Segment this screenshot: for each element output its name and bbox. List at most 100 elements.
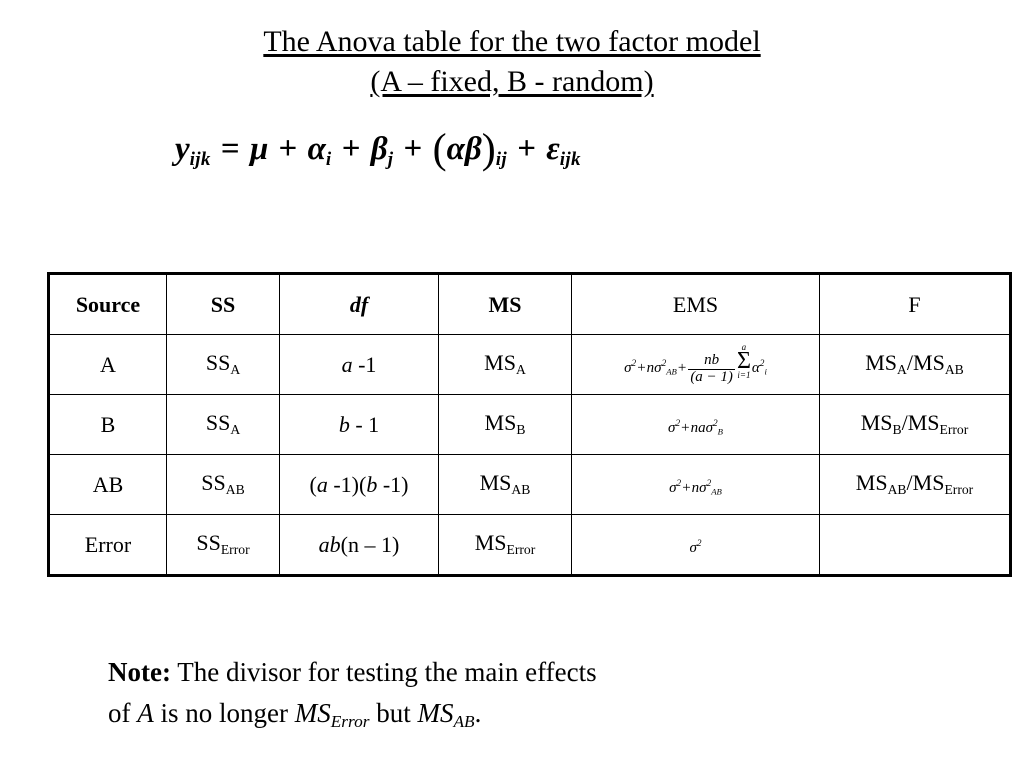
ems-alpha-sub: i: [764, 366, 767, 377]
cell-df-ab: (a -1)(b -1): [279, 454, 439, 515]
table-row: AB SSAB (a -1)(b -1) MSAB σ2+nσ2AB MSAB/…: [48, 454, 1011, 515]
f-den-subscript: AB: [944, 362, 964, 378]
title-line-1: The Anova table for the two factor model: [263, 25, 761, 58]
ems-alpha: α: [751, 359, 760, 376]
equation-plus-1: +: [278, 131, 298, 167]
ms-subscript: B: [516, 422, 526, 438]
df-n-minus-one: (n – 1): [340, 531, 400, 557]
df-paren-close-1: ): [351, 471, 359, 497]
slide-title: The Anova table for the two factor model…: [0, 0, 1024, 102]
equation-plus-2: +: [341, 131, 361, 167]
df-variable-b: b: [366, 471, 378, 497]
note-ms-ab: MS: [417, 698, 454, 728]
cell-f-a: MSA/MSAB: [819, 334, 1011, 395]
df-tail-b: - 1: [349, 411, 380, 437]
equation-epsilon-subscript: ijk: [559, 149, 581, 171]
equation-epsilon: ε: [546, 131, 560, 167]
ems-plus-1: +: [681, 419, 690, 436]
note-period: .: [474, 698, 482, 728]
cell-ems-b: σ2+naσ2B: [571, 394, 820, 455]
ems-sigma-1-exp: 2: [696, 538, 702, 549]
ms-base: MS: [474, 530, 507, 556]
f-num-subscript: B: [892, 422, 902, 438]
cell-f-b: MSB/MSError: [819, 394, 1011, 455]
f-num-base: MS: [860, 410, 893, 436]
equation-beta: β: [370, 131, 388, 167]
ems-sigma-1: σ: [689, 539, 697, 556]
ms-base: MS: [484, 350, 516, 376]
cell-ems-a: σ2+nσ2AB+ nb (a − 1) a Σ i=1 α2i: [571, 334, 820, 395]
ems-plus-1: +: [682, 479, 691, 496]
ems-formula-error: σ2: [689, 538, 702, 556]
cell-ms-b: MSB: [438, 394, 572, 455]
ss-base: SS: [205, 350, 231, 376]
f-num-subscript: A: [897, 362, 907, 378]
note-ms-ab-subscript: AB: [453, 712, 475, 732]
f-den-base: MS: [913, 350, 945, 376]
equation-beta-subscript: j: [387, 149, 394, 171]
column-header-f: F: [819, 273, 1011, 335]
equation-interaction-subscript: ij: [495, 149, 507, 171]
f-num-base: MS: [865, 350, 898, 376]
equation-alpha-subscript: i: [325, 149, 332, 171]
cell-source-a: A: [48, 334, 167, 395]
note-ms-error-subscript: Error: [330, 712, 370, 732]
ms-subscript: A: [515, 362, 526, 378]
column-header-source: Source: [48, 273, 167, 335]
cell-ms-error: MSError: [438, 514, 572, 576]
ems-formula-b: σ2+naσ2B: [668, 419, 723, 437]
df-paren-close-2: ): [401, 471, 409, 497]
table-row: B SSA b - 1 MSB σ2+naσ2B MSB/MSError: [48, 394, 1011, 455]
cell-f-ab: MSAB/MSError: [819, 454, 1011, 515]
df-variable-b: b: [338, 411, 350, 437]
equation-paren-open: (: [432, 126, 447, 173]
ems-na: na: [690, 419, 706, 436]
ms-base: MS: [479, 470, 512, 496]
column-header-ms: MS: [438, 273, 572, 335]
note-block: Note: The divisor for testing the main e…: [108, 652, 938, 742]
ems-sigma-2: σ: [654, 359, 662, 376]
cell-ss-b: SSA: [166, 394, 280, 455]
ms-subscript: AB: [511, 482, 531, 498]
ems-summation-lower: i=1: [737, 370, 751, 381]
cell-ss-a: SSA: [166, 334, 280, 395]
note-italic-a: A: [137, 698, 154, 728]
title-line-2: (A – fixed, B - random): [370, 65, 654, 98]
note-label: Note:: [108, 657, 171, 687]
equation-mu: μ: [249, 131, 269, 167]
ems-fraction-denominator: (a − 1): [688, 369, 735, 386]
equation-plus-3: +: [403, 131, 423, 167]
ems-fraction-numerator: nb: [704, 352, 720, 369]
cell-ms-ab: MSAB: [438, 454, 572, 515]
cell-ss-error: SSError: [166, 514, 280, 576]
ss-base: SS: [205, 410, 231, 436]
df-paren-open-1: (: [309, 471, 317, 497]
equation-equals: =: [220, 131, 240, 167]
f-den-subscript: Error: [944, 482, 974, 498]
df-tail-a: -1: [327, 471, 352, 497]
ems-sigma-2-sub: AB: [711, 486, 722, 497]
equation-paren-close: ): [481, 126, 496, 173]
note-text-part-4: but: [369, 698, 418, 728]
column-header-ems: EMS: [571, 273, 820, 335]
ss-base: SS: [201, 470, 226, 496]
equation-lhs-variable: y: [175, 131, 190, 167]
ems-sigma-2-sub: B: [717, 426, 723, 437]
cell-source-b: B: [48, 394, 167, 455]
ems-plus-2: +: [677, 359, 687, 376]
cell-ems-ab: σ2+nσ2AB: [571, 454, 820, 515]
ems-plus-1: +: [637, 359, 646, 376]
equation-interaction-beta: β: [464, 131, 482, 167]
cell-source-ab: AB: [48, 454, 167, 515]
ems-sigma-2-sub: AB: [666, 366, 677, 377]
ems-sigma-2: σ: [699, 479, 707, 496]
column-header-df: df: [279, 273, 439, 335]
cell-ms-a: MSA: [438, 334, 572, 395]
f-den-subscript: Error: [939, 422, 969, 438]
ss-subscript: AB: [225, 482, 245, 498]
df-tail-b2: -1: [377, 471, 402, 497]
ems-summation-sigma-glyph: Σ: [736, 347, 751, 374]
cell-ems-error: σ2: [571, 514, 820, 576]
cell-df-b: b - 1: [279, 394, 439, 455]
ems-sigma-2: σ: [705, 419, 713, 436]
